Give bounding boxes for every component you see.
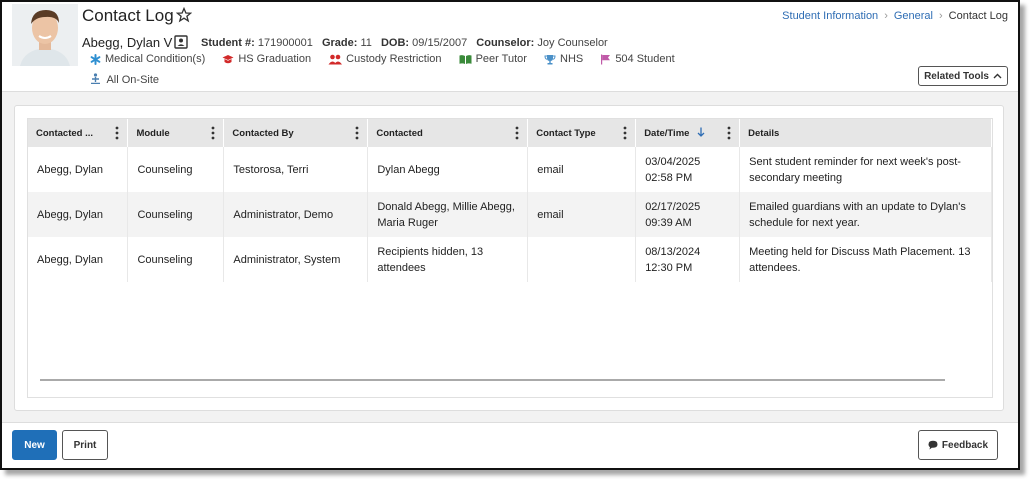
- student-flags: Medical Condition(s) HS Graduation Custo…: [90, 53, 689, 68]
- page-title: Contact Log: [82, 6, 174, 25]
- cell-contact-type: email: [527, 192, 637, 237]
- student-name: Abegg, Dylan V: [82, 35, 173, 50]
- trophy-icon: [544, 54, 556, 64]
- graduation-cap-icon: [222, 54, 234, 63]
- cell-date-time: 03/04/2025 02:58 PM: [635, 147, 741, 192]
- table-header-row: Contacted ... Module Contacted By Contac…: [28, 119, 992, 147]
- feedback-button-label: Feedback: [941, 439, 989, 451]
- table-row[interactable]: Abegg, Dylan Counseling Administrator, D…: [28, 192, 992, 237]
- flag-label: NHS: [560, 53, 584, 65]
- dob-label: DOB:: [380, 37, 410, 49]
- column-header-contacted[interactable]: Contacted: [367, 119, 529, 147]
- dob: 09/15/2007: [412, 37, 468, 49]
- cell-contacted: Recipients hidden, 13 attendees: [367, 237, 529, 282]
- table-row[interactable]: Abegg, Dylan Counseling Administrator, S…: [28, 237, 992, 282]
- sort-down-arrow-icon: [697, 127, 705, 137]
- app-window: Contact Log Abegg, Dylan V Student #: 17…: [0, 0, 1020, 470]
- cell-contacted-student: Abegg, Dylan: [28, 147, 129, 192]
- id-card-icon[interactable]: [174, 35, 188, 49]
- new-button[interactable]: New: [12, 430, 57, 460]
- flag-peer-tutor[interactable]: Peer Tutor: [459, 53, 527, 65]
- flag-label: Medical Condition(s): [105, 53, 206, 65]
- cell-contacted-student: Abegg, Dylan: [28, 192, 129, 237]
- student-photo-icon: [12, 4, 78, 66]
- breadcrumb-general[interactable]: General: [894, 10, 933, 22]
- cell-details: Sent student reminder for next week's po…: [739, 147, 992, 192]
- cell-module: Counseling: [127, 147, 225, 192]
- cell-date-time: 02/17/2025 09:39 AM: [635, 192, 741, 237]
- column-menu-icon[interactable]: [115, 126, 119, 140]
- horizontal-scrollbar[interactable]: [40, 379, 945, 381]
- new-button-label: New: [24, 439, 45, 451]
- breadcrumb-student-information[interactable]: Student Information: [782, 10, 878, 22]
- column-menu-icon[interactable]: [623, 126, 627, 140]
- breadcrumb-current: Contact Log: [948, 10, 1008, 22]
- column-header-contacted-by[interactable]: Contacted By: [223, 119, 369, 147]
- student-num-label: Student #:: [201, 37, 255, 49]
- cell-contacted-by: Testorosa, Terri: [223, 147, 369, 192]
- print-button[interactable]: Print: [62, 430, 108, 460]
- book-icon: [459, 54, 472, 64]
- column-menu-icon[interactable]: [355, 126, 359, 140]
- column-header-contact-type[interactable]: Contact Type: [527, 119, 637, 147]
- flag-nhs[interactable]: NHS: [544, 53, 583, 65]
- column-header-contacted-student[interactable]: Contacted ...: [28, 119, 129, 147]
- cell-contact-type: [527, 237, 637, 282]
- cell-module: Counseling: [127, 237, 225, 282]
- column-header-details[interactable]: Details: [739, 119, 992, 147]
- related-tools-label: Related Tools: [924, 70, 989, 82]
- cell-module: Counseling: [127, 192, 225, 237]
- action-bar: New Print Feedback: [2, 422, 1018, 468]
- chevron-up-icon: [993, 73, 1002, 79]
- chevron-right-icon: ›: [939, 10, 943, 22]
- onsite-label: All On-Site: [106, 74, 160, 86]
- cell-details: Meeting held for Discuss Math Placement.…: [739, 237, 992, 282]
- grade: 11: [360, 37, 372, 49]
- counselor-label: Counselor:: [476, 37, 535, 49]
- cell-contacted-by: Administrator, System: [223, 237, 369, 282]
- contact-log-grid: Contacted ... Module Contacted By Contac…: [27, 118, 993, 398]
- cell-details: Emailed guardians with an update to Dyla…: [739, 192, 992, 237]
- cell-date-time: 08/13/2024 12:30 PM: [635, 237, 741, 282]
- flag-504[interactable]: 504 Student: [600, 53, 675, 65]
- chat-bubble-icon: [928, 440, 938, 450]
- column-menu-icon[interactable]: [515, 126, 519, 140]
- column-menu-icon[interactable]: [727, 126, 731, 140]
- cell-contacted: Donald Abegg, Millie Abegg, Maria Ruger: [367, 192, 529, 237]
- related-tools-button[interactable]: Related Tools: [918, 66, 1008, 86]
- student-header: Contact Log Abegg, Dylan V Student #: 17…: [2, 2, 1018, 92]
- avatar: [12, 4, 78, 66]
- cell-contact-type: email: [527, 147, 637, 192]
- person-pin-icon: [91, 73, 100, 85]
- chevron-right-icon: ›: [884, 10, 888, 22]
- flag-label: HS Graduation: [238, 53, 312, 65]
- flag-icon: [601, 54, 611, 64]
- table-row[interactable]: Abegg, Dylan Counseling Testorosa, Terri…: [28, 147, 992, 192]
- onsite-status[interactable]: All On-Site: [90, 73, 159, 86]
- flag-label: Peer Tutor: [475, 53, 527, 65]
- cell-contacted-student: Abegg, Dylan: [28, 237, 129, 282]
- student-info: Student #: 171900001 Grade: 11 DOB: 09/1…: [201, 37, 614, 49]
- grade-label: Grade:: [321, 37, 358, 49]
- breadcrumb: Student Information › General › Contact Log: [782, 10, 1008, 22]
- contact-log-table: Contacted ... Module Contacted By Contac…: [28, 119, 992, 282]
- asterisk-icon: [90, 53, 101, 65]
- column-header-module[interactable]: Module: [127, 119, 225, 147]
- star-icon[interactable]: [176, 7, 192, 23]
- cell-contacted-by: Administrator, Demo: [223, 192, 369, 237]
- flag-hs-graduation[interactable]: HS Graduation: [222, 53, 311, 65]
- counselor: Joy Counselor: [537, 37, 608, 49]
- flag-label: Custody Restriction: [346, 53, 442, 65]
- feedback-button[interactable]: Feedback: [918, 430, 998, 460]
- flag-medical[interactable]: Medical Condition(s): [90, 53, 205, 65]
- column-header-date-time[interactable]: Date/Time: [635, 119, 741, 147]
- flag-custody[interactable]: Custody Restriction: [328, 53, 442, 65]
- people-icon: [328, 54, 343, 64]
- student-num: 171900001: [257, 37, 313, 49]
- print-button-label: Print: [73, 439, 97, 451]
- contact-log-panel: Contacted ... Module Contacted By Contac…: [14, 105, 1004, 411]
- cell-contacted: Dylan Abegg: [367, 147, 529, 192]
- column-menu-icon[interactable]: [211, 126, 215, 140]
- flag-label: 504 Student: [615, 53, 675, 65]
